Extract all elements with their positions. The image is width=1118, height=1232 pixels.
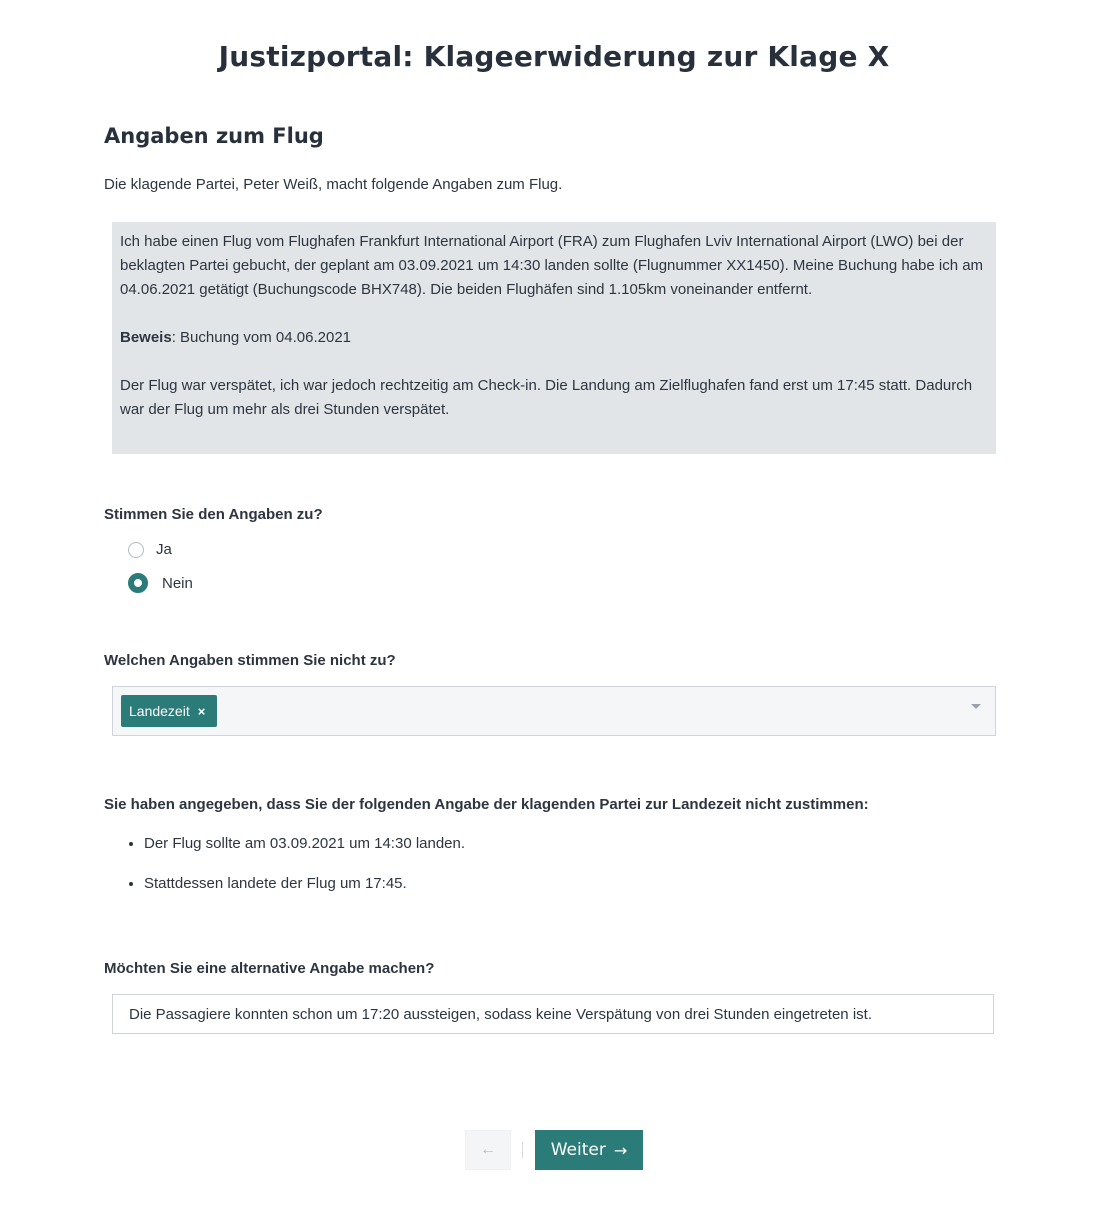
chevron-down-icon[interactable] — [971, 704, 981, 709]
alternative-input[interactable] — [112, 994, 994, 1034]
next-button-label: Weiter — [550, 1140, 606, 1160]
agree-question-label: Stimmen Sie den Angaben zu? — [104, 506, 323, 523]
chip-remove-icon[interactable]: × — [198, 704, 206, 719]
disagree-question-label: Welchen Angaben stimmen Sie nicht zu? — [104, 652, 396, 669]
radio-option-ja[interactable]: Ja — [128, 541, 172, 558]
intro-text: Die klagende Partei, Peter Weiß, macht f… — [104, 176, 563, 193]
selected-chip-landezeit: Landezeit × — [121, 695, 218, 727]
summary-list: Der Flug sollte am 03.09.2021 um 14:30 l… — [104, 832, 465, 896]
evidence-text: : Buchung vom 04.06.2021 — [171, 329, 351, 346]
arrow-right-icon: → — [613, 1140, 628, 1160]
page: Justizportal: Klageerwiderung zur Klage … — [0, 0, 1118, 1232]
chip-label: Landezeit — [129, 703, 190, 719]
claim-paragraph: Ich habe einen Flug vom Flughafen Frankf… — [120, 233, 984, 298]
claim-paragraph: Der Flug war verspätet, ich war jedoch r… — [120, 377, 973, 418]
list-item: Der Flug sollte am 03.09.2021 um 14:30 l… — [144, 832, 465, 856]
nav-divider — [522, 1142, 523, 1158]
alternative-question-label: Möchten Sie eine alternative Angabe mach… — [104, 960, 435, 977]
radio-label: Ja — [156, 541, 172, 558]
summary-label: Sie haben angegeben, dass Sie der folgen… — [104, 796, 869, 813]
evidence-label: Beweis — [120, 329, 172, 346]
disagree-multiselect[interactable]: Landezeit × — [112, 686, 996, 736]
page-title: Justizportal: Klageerwiderung zur Klage … — [218, 40, 890, 73]
radio-button-checked[interactable] — [128, 573, 148, 593]
list-item: Stattdessen landete der Flug um 17:45. — [144, 872, 465, 896]
radio-label: Nein — [162, 574, 193, 592]
back-button[interactable]: ← — [465, 1130, 511, 1170]
radio-button[interactable] — [128, 541, 144, 558]
arrow-left-icon: ← — [480, 1141, 496, 1158]
claim-evidence: Beweis: Buchung vom 04.06.2021 — [120, 326, 988, 350]
radio-option-nein[interactable]: Nein — [128, 573, 193, 593]
claim-box: Ich habe einen Flug vom Flughafen Frankf… — [112, 222, 996, 454]
section-title: Angaben zum Flug — [104, 124, 324, 148]
next-button[interactable]: Weiter → — [535, 1130, 643, 1170]
